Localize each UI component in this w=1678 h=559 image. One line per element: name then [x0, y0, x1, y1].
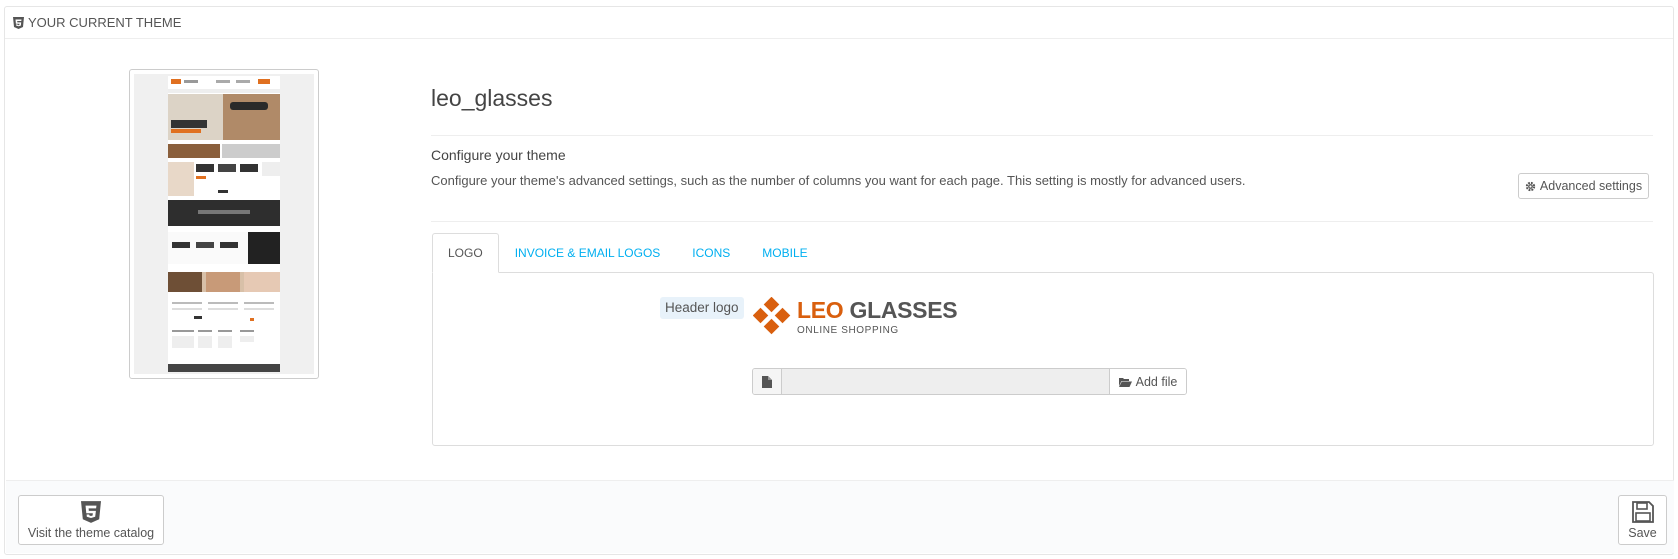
- save-label: Save: [1628, 525, 1657, 540]
- logo-word-glasses: GLASSES: [849, 297, 958, 323]
- leo-glasses-logo-mark-icon: [753, 297, 791, 335]
- visit-theme-catalog-label: Visit the theme catalog: [27, 525, 155, 540]
- panel-heading-text: YOUR CURRENT THEME: [28, 15, 182, 30]
- visit-theme-catalog-button[interactable]: Visit the theme catalog: [18, 495, 164, 545]
- panel-heading: YOUR CURRENT THEME: [5, 7, 1673, 39]
- logo-tagline: ONLINE SHOPPING: [797, 325, 899, 336]
- tab-mobile[interactable]: MOBILE: [746, 233, 823, 273]
- divider: [431, 221, 1653, 222]
- advanced-settings-button[interactable]: Advanced settings: [1518, 173, 1649, 199]
- header-logo-label: Header logo: [660, 297, 744, 319]
- save-button[interactable]: Save: [1618, 495, 1667, 545]
- tab-content-logo: [432, 272, 1654, 446]
- tab-invoice-email-logos[interactable]: INVOICE & EMAIL LOGOS: [499, 233, 677, 273]
- theme-name: leo_glasses: [431, 85, 553, 111]
- header-logo-preview: LEO GLASSES ONLINE SHOPPING: [753, 297, 958, 337]
- floppy-disk-icon: [1631, 500, 1654, 523]
- tab-logo[interactable]: LOGO: [432, 233, 499, 273]
- tab-icons[interactable]: ICONS: [676, 233, 746, 273]
- gear-icon: [1525, 181, 1536, 191]
- html5-icon: [81, 500, 101, 523]
- advanced-settings-label: Advanced settings: [1539, 179, 1643, 193]
- add-file-label: Add file: [1135, 374, 1178, 389]
- divider: [431, 135, 1653, 136]
- theme-preview[interactable]: [129, 69, 319, 379]
- configure-description: Configure your theme's advanced settings…: [431, 173, 1246, 188]
- theme-preview-image: [134, 74, 314, 374]
- folder-open-icon: [1118, 377, 1132, 387]
- logo-file-upload: Add file: [752, 368, 1187, 395]
- theme-panel: YOUR CURRENT THEME leo_glasses Configure…: [4, 6, 1674, 555]
- panel-footer: Visit the theme catalog Save: [6, 480, 1674, 553]
- html5-icon: [13, 16, 24, 29]
- file-icon: [753, 369, 782, 394]
- configure-title: Configure your theme: [431, 147, 566, 163]
- add-file-button[interactable]: Add file: [1109, 369, 1186, 394]
- logo-word-leo: LEO: [797, 297, 844, 323]
- logo-tabs: LOGO INVOICE & EMAIL LOGOS ICONS MOBILE: [432, 233, 824, 273]
- logo-file-input[interactable]: [782, 369, 1109, 394]
